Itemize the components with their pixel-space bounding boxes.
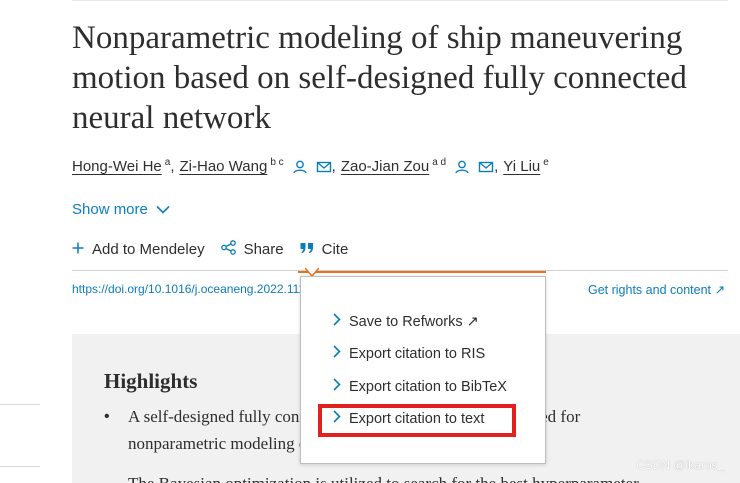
sidebar-divider [0, 404, 40, 405]
show-more-button[interactable]: Show more [72, 201, 170, 218]
article-actions: Add to Mendeley Share Cite [72, 240, 364, 259]
author-affiliation[interactable]: a d [432, 157, 446, 168]
plus-icon [72, 241, 84, 258]
highlights-heading: Highlights [104, 369, 198, 393]
share-icon [220, 240, 236, 259]
person-icon[interactable] [454, 160, 470, 174]
export-bibtex-label: Export citation to BibTeX [349, 378, 507, 395]
author-list: Hong-Wei He a, Zi-Hao Wang b c , Zao-Jia… [72, 157, 549, 175]
top-divider [72, 0, 728, 1]
watermark: CSDN @lkaros_ [636, 458, 725, 472]
quote-icon [300, 241, 314, 258]
sidebar-divider [0, 466, 40, 467]
chevron-right-icon [333, 378, 341, 395]
external-link-icon: ↗ [714, 283, 725, 297]
share-button[interactable]: Share [220, 240, 284, 259]
chevron-right-icon [333, 345, 341, 362]
bullet: • [104, 408, 110, 425]
get-rights-label: Get rights and content [588, 283, 711, 297]
author-affiliation[interactable]: a [165, 157, 171, 168]
highlight-annotation-box [318, 404, 516, 437]
external-link-icon: ↗ [466, 313, 479, 330]
highlight-text: The Bayesian optimization is utilized to… [128, 474, 639, 483]
author-link-wang[interactable]: Zi-Hao Wang [180, 158, 268, 175]
cite-label: Cite [321, 241, 349, 258]
author-affiliation[interactable]: b c [270, 157, 283, 168]
cite-button[interactable]: Cite [300, 241, 349, 258]
export-bibtex-item[interactable]: Export citation to BibTeX [333, 378, 507, 395]
author-affiliation[interactable]: e [543, 157, 549, 168]
show-more-label: Show more [72, 201, 148, 218]
author-link-zou[interactable]: Zao-Jian Zou [341, 158, 429, 175]
author-link-he[interactable]: Hong-Wei He [72, 158, 162, 175]
envelope-icon[interactable] [478, 160, 494, 174]
export-ris-label: Export citation to RIS [349, 345, 486, 362]
envelope-icon[interactable] [316, 160, 332, 174]
chevron-down-icon [156, 201, 170, 218]
chevron-right-icon [333, 313, 341, 330]
save-to-refworks-label: Save to Refworks [349, 313, 463, 330]
article-title: Nonparametric modeling of ship maneuveri… [72, 20, 687, 136]
save-to-refworks-item[interactable]: Save to Refworks ↗ [333, 313, 479, 330]
doi-link[interactable]: https://doi.org/10.1016/j.oceaneng.2022.… [72, 282, 337, 296]
share-label: Share [243, 241, 284, 258]
highlight-text-left: A self-designed fully conn [128, 407, 308, 426]
author-link-liu[interactable]: Yi Liu [503, 158, 540, 175]
doi-text: https://doi.org/10.1016/j.oceaneng.2022.… [72, 282, 324, 296]
person-icon[interactable] [292, 160, 308, 174]
cite-active-indicator [298, 271, 546, 273]
add-to-mendeley-button[interactable]: Add to Mendeley [72, 241, 205, 258]
export-ris-item[interactable]: Export citation to RIS [333, 345, 485, 362]
add-to-mendeley-label: Add to Mendeley [92, 241, 205, 258]
get-rights-link[interactable]: Get rights and content ↗ [588, 282, 725, 297]
